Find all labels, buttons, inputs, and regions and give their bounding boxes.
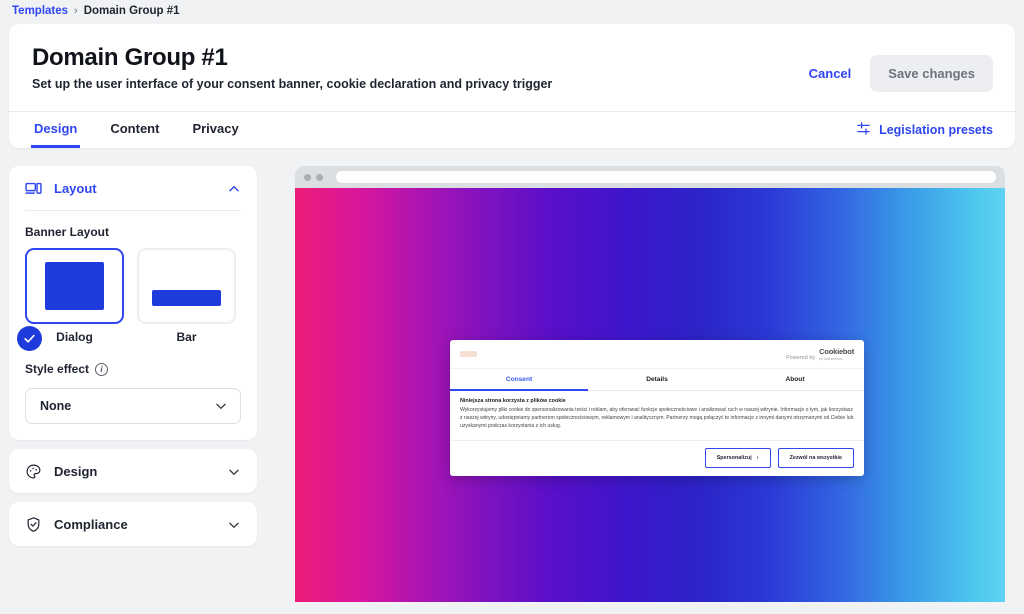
consent-banner-heading: Niniejsza strona korzysta z plików cooki…: [460, 397, 566, 404]
consent-banner: Powered by Cookiebot by Usercentrics Con…: [450, 340, 864, 476]
brand-logo-placeholder: [460, 351, 477, 358]
style-effect-value: None: [40, 399, 72, 413]
customize-button-label: Spersonalizuj: [716, 454, 752, 461]
cookiebot-logo: Cookiebot by Usercentrics: [819, 348, 854, 361]
style-effect-label: Style effect i: [25, 362, 241, 376]
chevron-right-icon: ›: [756, 454, 759, 461]
cookiebot-brand-name: Cookiebot: [819, 347, 854, 356]
layout-choice-bar-thumb[interactable]: [137, 248, 236, 324]
sidebar: Layout Banner Layout Dialog Bar Style ef…: [9, 166, 257, 555]
breadcrumb: Templates › Domain Group #1: [0, 0, 1024, 22]
consent-tab-details[interactable]: Details: [588, 369, 726, 391]
header-actions: Cancel Save changes: [807, 45, 993, 92]
dialog-shape: [45, 262, 104, 310]
header-titles: Domain Group #1 Set up the user interfac…: [31, 45, 552, 92]
browser-url-bar: [336, 171, 996, 183]
info-icon[interactable]: i: [95, 362, 109, 376]
header-card: Domain Group #1 Set up the user interfac…: [9, 24, 1015, 149]
panel-design: Design: [9, 449, 257, 493]
browser-dot: [304, 173, 311, 181]
panel-design-header[interactable]: Design: [9, 449, 257, 493]
banner-layout-label: Banner Layout: [25, 225, 241, 239]
save-changes-button[interactable]: Save changes: [870, 55, 993, 92]
panel-compliance-header[interactable]: Compliance: [9, 502, 257, 546]
powered-by: Powered by Cookiebot by Usercentrics: [786, 348, 854, 361]
shield-check-icon: [25, 516, 42, 533]
cookiebot-brand-sub: by Usercentrics: [819, 356, 843, 361]
breadcrumb-current: Domain Group #1: [83, 5, 180, 17]
devices-icon: [25, 180, 42, 197]
palette-icon: [25, 463, 42, 480]
breadcrumb-separator: ›: [74, 5, 78, 17]
selected-check-icon: [17, 326, 42, 351]
header-top: Domain Group #1 Set up the user interfac…: [9, 24, 1015, 113]
panel-layout-label: Layout: [54, 181, 97, 196]
chevron-down-icon: [214, 399, 228, 413]
tab-list: Design Content Privacy: [31, 112, 242, 149]
banner-preview: Powered by Cookiebot by Usercentrics Con…: [295, 166, 1005, 602]
tune-sliders-icon: [856, 121, 871, 139]
panel-layout-body: Banner Layout Dialog Bar Style effect i …: [9, 225, 257, 440]
consent-banner-tabs: Consent Details About: [450, 369, 864, 391]
layout-choice-bar[interactable]: Bar: [137, 248, 236, 344]
consent-banner-footer: Spersonalizuj › Zezwól na wszystkie: [450, 439, 864, 476]
style-effect-select[interactable]: None: [25, 388, 241, 424]
breadcrumb-link-templates[interactable]: Templates: [12, 5, 68, 17]
chevron-down-icon[interactable]: [227, 518, 241, 532]
consent-banner-text: Wykorzystujemy pliki cookie do spersonal…: [460, 406, 854, 430]
tab-privacy[interactable]: Privacy: [189, 112, 241, 148]
panel-layout: Layout Banner Layout Dialog Bar Style ef…: [9, 166, 257, 440]
page-subtitle: Set up the user interface of your consen…: [32, 77, 553, 92]
legislation-presets-button[interactable]: Legislation presets: [856, 121, 993, 139]
tab-design[interactable]: Design: [31, 112, 81, 149]
layout-choice-dialog[interactable]: Dialog: [17, 248, 124, 351]
legislation-presets-label: Legislation presets: [879, 123, 993, 138]
panel-design-label: Design: [54, 464, 98, 479]
consent-banner-body: Niniejsza strona korzysta z plików cooki…: [450, 391, 864, 440]
panel-compliance-label: Compliance: [54, 517, 128, 532]
header-tabs: Design Content Privacy Legislation prese…: [9, 112, 1015, 149]
panel-compliance: Compliance: [9, 502, 257, 546]
browser-dot: [316, 173, 323, 181]
style-effect-label-text: Style effect: [25, 362, 90, 376]
banner-layout-label-text: Banner Layout: [25, 225, 110, 239]
powered-by-label: Powered by: [786, 354, 816, 361]
banner-layout-choices: Dialog Bar: [17, 248, 241, 351]
cancel-button[interactable]: Cancel: [807, 62, 854, 85]
panel-layout-header[interactable]: Layout: [9, 166, 257, 210]
tab-content[interactable]: Content: [107, 112, 162, 148]
customize-button[interactable]: Spersonalizuj ›: [704, 447, 771, 468]
layout-choice-bar-caption: Bar: [176, 330, 197, 344]
bar-shape: [152, 290, 221, 306]
chevron-down-icon[interactable]: [227, 465, 241, 479]
consent-banner-header: Powered by Cookiebot by Usercentrics: [450, 340, 864, 369]
panel-divider: [25, 210, 241, 211]
allow-all-button[interactable]: Zezwól na wszystkie: [777, 447, 854, 468]
browser-chrome: [295, 166, 1005, 188]
allow-all-button-label: Zezwól na wszystkie: [789, 454, 842, 461]
consent-tab-about[interactable]: About: [726, 369, 864, 391]
layout-choice-dialog-thumb[interactable]: [25, 248, 124, 324]
page-title: Domain Group #1: [32, 44, 228, 71]
consent-tab-consent[interactable]: Consent: [450, 369, 588, 391]
chevron-up-icon[interactable]: [227, 182, 241, 196]
preview-canvas: Powered by Cookiebot by Usercentrics Con…: [295, 188, 1005, 602]
